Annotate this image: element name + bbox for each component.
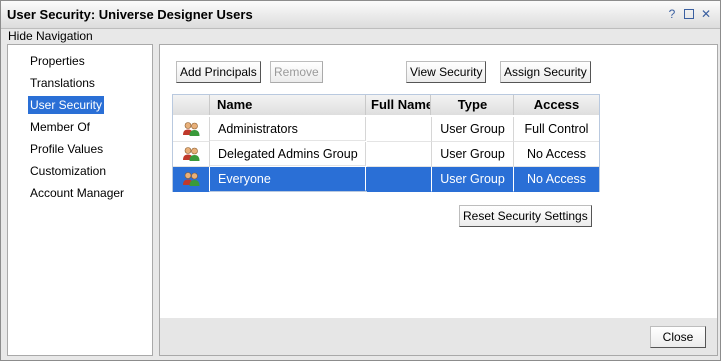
close-button[interactable]: Close: [650, 326, 706, 348]
table-row[interactable]: Delegated Admins Group User Group No Acc…: [173, 142, 599, 167]
name-column-header[interactable]: Name: [210, 95, 366, 115]
user-group-icon: [183, 172, 200, 186]
user-security-dialog: User Security: Universe Designer Users ?…: [0, 0, 721, 361]
type-cell: User Group: [432, 142, 514, 167]
view-security-button[interactable]: View Security: [406, 61, 487, 83]
icon-column-header: [173, 95, 210, 115]
nav-item-properties[interactable]: Properties: [28, 52, 87, 70]
nav-item-member-of[interactable]: Member Of: [28, 118, 92, 136]
row-icon-cell: [173, 142, 210, 167]
user-group-icon: [183, 122, 200, 136]
type-cell: User Group: [432, 167, 514, 192]
full-name-cell: [367, 117, 432, 142]
table-header: Name Full Name Type Access: [173, 95, 599, 115]
name-cell: Administrators: [210, 117, 366, 141]
navigation-panel: Properties Translations User Security Me…: [7, 44, 153, 356]
access-cell: No Access: [514, 142, 599, 167]
maximize-icon[interactable]: [684, 9, 694, 19]
row-icon-cell: [173, 117, 210, 142]
name-cell: Everyone: [210, 167, 366, 191]
full-name-cell: [367, 167, 432, 192]
nav-item-user-security[interactable]: User Security: [28, 96, 105, 114]
user-group-icon: [183, 147, 200, 161]
add-principals-button[interactable]: Add Principals: [176, 61, 261, 83]
reset-security-settings-button[interactable]: Reset Security Settings: [459, 205, 592, 227]
access-cell: Full Control: [514, 117, 599, 142]
full-name-column-header[interactable]: Full Name: [367, 95, 431, 115]
nav-item-customization[interactable]: Customization: [28, 162, 108, 180]
type-cell: User Group: [432, 117, 514, 142]
hide-navigation-link[interactable]: Hide Navigation: [8, 29, 93, 43]
access-cell: No Access: [514, 167, 599, 192]
remove-button[interactable]: Remove: [270, 61, 323, 83]
security-content: Add Principals Remove View Security Assi…: [160, 45, 717, 318]
title-controls: ? ✕: [666, 7, 712, 21]
table-row[interactable]: Administrators User Group Full Control: [173, 117, 599, 142]
full-name-cell: [367, 142, 432, 167]
dialog-title: User Security: Universe Designer Users: [7, 7, 253, 22]
assign-security-button[interactable]: Assign Security: [500, 61, 591, 83]
nav-item-profile-values[interactable]: Profile Values: [28, 140, 105, 158]
name-cell: Delegated Admins Group: [210, 142, 366, 166]
access-column-header[interactable]: Access: [514, 95, 599, 115]
help-icon[interactable]: ?: [666, 7, 678, 21]
close-icon[interactable]: ✕: [700, 7, 712, 21]
type-column-header[interactable]: Type: [432, 95, 514, 115]
nav-item-translations[interactable]: Translations: [28, 74, 97, 92]
title-bar: User Security: Universe Designer Users ?…: [1, 1, 720, 29]
nav-item-account-manager[interactable]: Account Manager: [28, 184, 126, 202]
content-panel: Add Principals Remove View Security Assi…: [159, 44, 718, 356]
table-row[interactable]: Everyone User Group No Access: [173, 167, 599, 192]
principals-table: Name Full Name Type Access Administrator…: [172, 94, 600, 192]
row-icon-cell: [173, 167, 210, 192]
